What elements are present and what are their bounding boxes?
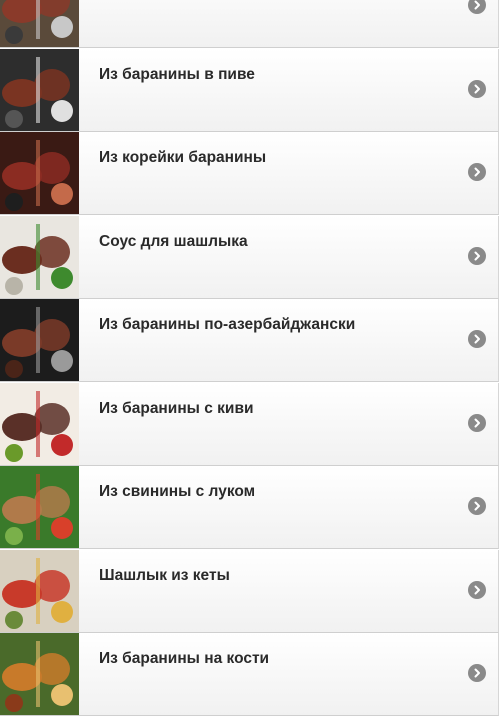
list-item[interactable]: Из баранины по-азербайджански	[0, 299, 499, 382]
chevron-right-icon[interactable]	[468, 163, 486, 181]
list-item[interactable]: Из корейки баранины	[0, 132, 499, 215]
list-item[interactable]	[0, 0, 499, 48]
list-item[interactable]: Шашлык из кеты	[0, 549, 499, 633]
recipe-title: Из корейки баранины	[99, 149, 267, 166]
chevron-right-icon[interactable]	[468, 413, 486, 432]
recipe-thumbnail	[0, 633, 79, 715]
recipe-title: Соус для шашлыка	[99, 232, 248, 250]
list-item[interactable]: Соус для шашлыка	[0, 215, 499, 299]
recipe-title: Из баранины в пиве	[99, 65, 255, 83]
list-item[interactable]: Из свинины с луком	[0, 466, 499, 549]
list-item[interactable]: Из баранины в пиве	[0, 48, 499, 132]
chevron-right-icon[interactable]	[468, 246, 486, 265]
recipe-thumbnail	[0, 132, 79, 214]
recipe-thumbnail	[0, 466, 79, 548]
recipe-thumbnail	[0, 549, 79, 632]
chevron-right-icon[interactable]	[468, 0, 486, 14]
recipe-thumbnail	[0, 48, 79, 131]
chevron-right-icon[interactable]	[468, 580, 486, 599]
recipe-title: Шашлык из кеты	[99, 566, 230, 584]
list-item[interactable]: Из баранины с киви	[0, 382, 499, 466]
chevron-right-icon[interactable]	[468, 79, 486, 98]
recipe-title: Из баранины на кости	[99, 650, 270, 667]
recipe-thumbnail	[0, 382, 79, 465]
chevron-right-icon[interactable]	[468, 497, 486, 515]
recipe-title: Из баранины с киви	[99, 399, 254, 417]
list-item[interactable]: Из баранины на кости	[0, 633, 499, 716]
recipe-title: Из баранины по-азербайджански	[99, 316, 356, 333]
recipe-thumbnail	[0, 215, 79, 298]
chevron-right-icon[interactable]	[468, 330, 486, 348]
recipe-thumbnail	[0, 299, 79, 381]
recipe-title: Из свинины с луком	[99, 483, 256, 500]
chevron-right-icon[interactable]	[468, 664, 486, 682]
recipe-thumbnail	[0, 0, 79, 47]
